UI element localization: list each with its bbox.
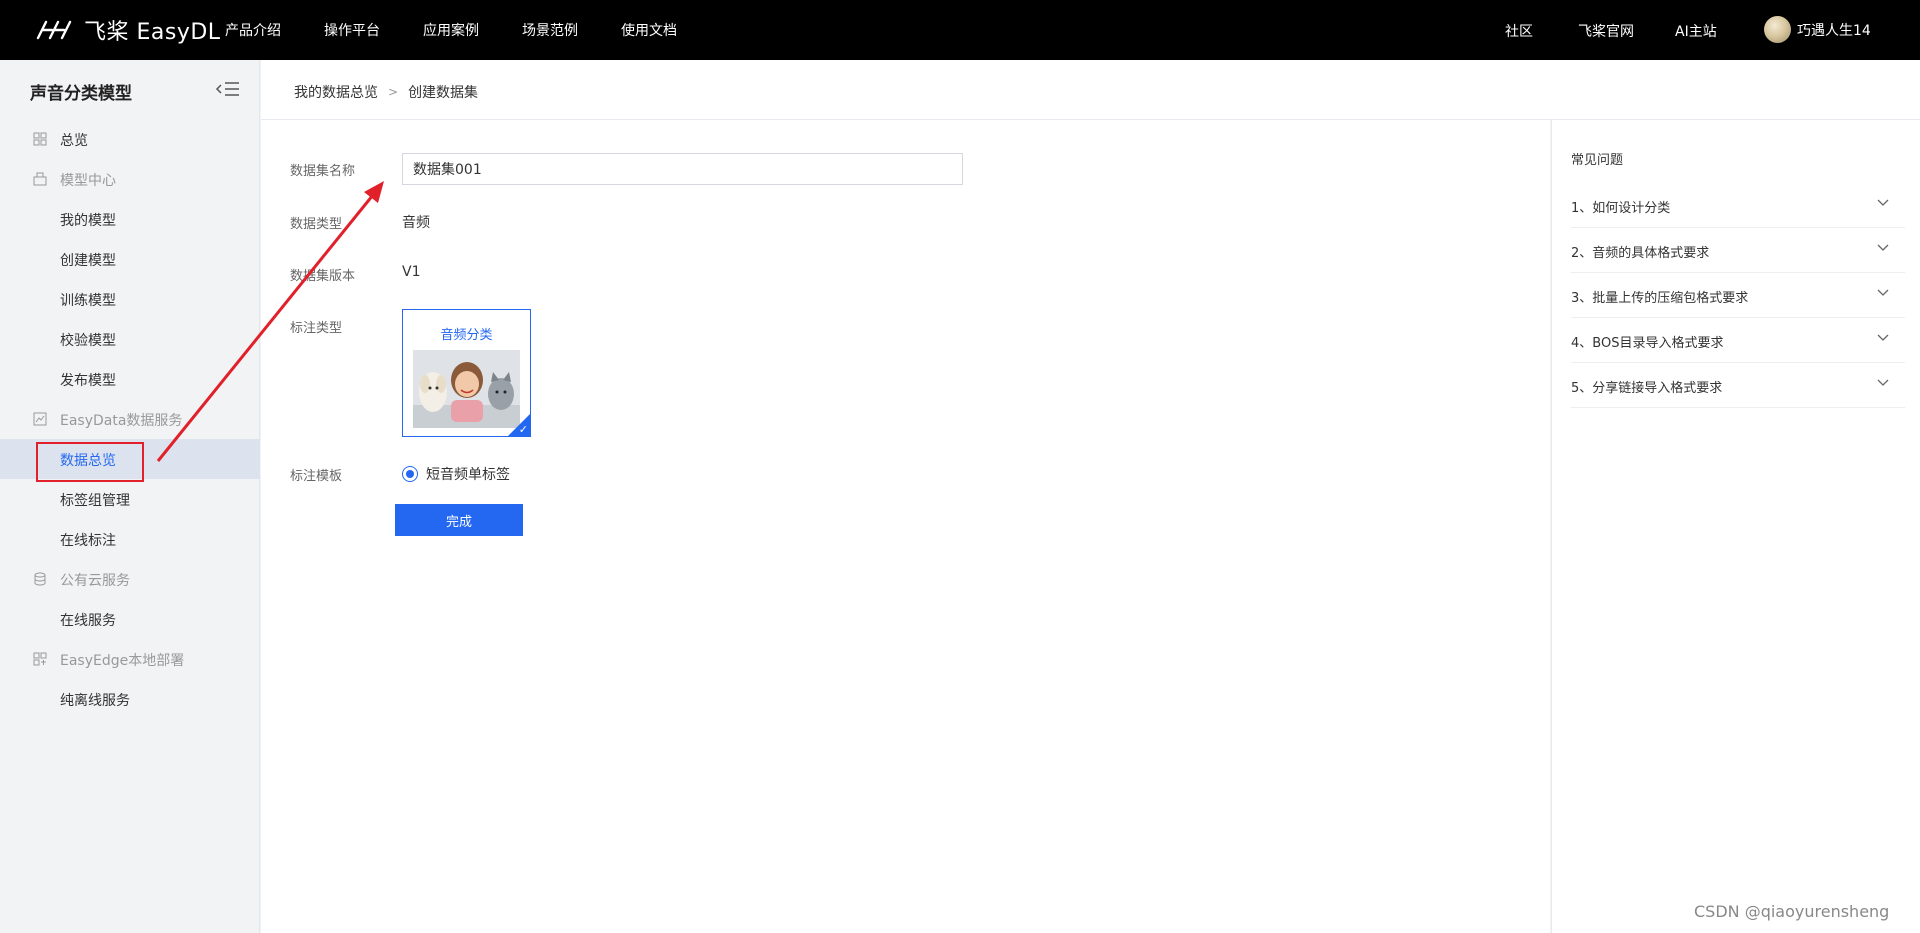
faq-item[interactable]: 1、如何设计分类: [1571, 183, 1905, 228]
nav-product-intro[interactable]: 产品介绍: [225, 20, 281, 40]
sidebar-item-label: 发布模型: [60, 373, 116, 389]
sidebar-section-easydata: EasyData数据服务: [0, 399, 260, 439]
faq-item[interactable]: 3、批量上传的压缩包格式要求: [1571, 273, 1905, 318]
breadcrumb: 我的数据总览 > 创建数据集: [294, 82, 478, 102]
create-dataset-form: 数据集名称 数据类型 音频 数据集版本 V1 标注类型 音频分类: [261, 120, 1550, 933]
user-menu[interactable]: 巧遇人生14: [1764, 16, 1871, 43]
edge-icon: [33, 652, 47, 666]
sidebar-item-label: 校验模型: [60, 333, 116, 349]
sidebar-item-label: 在线标注: [60, 533, 116, 549]
faq-panel: 常见问题 1、如何设计分类 2、音频的具体格式要求 3、批量上传的压缩包格式要求…: [1551, 120, 1920, 933]
annotation-highlight-box: [36, 442, 144, 482]
sidebar-section-label: EasyEdge本地部署: [60, 653, 185, 669]
sidebar-item-label-groups[interactable]: 标签组管理: [0, 479, 260, 519]
sidebar-section-easyedge: EasyEdge本地部署: [0, 639, 260, 679]
faq-question: 1、如何设计分类: [1571, 201, 1671, 216]
faq-question: 2、音频的具体格式要求: [1571, 246, 1710, 261]
sidebar-section-label: EasyData数据服务: [60, 413, 183, 429]
breadcrumb-link-data-overview[interactable]: 我的数据总览: [294, 82, 378, 102]
sidebar-item-my-models[interactable]: 我的模型: [0, 199, 260, 239]
chevron-down-icon: [1877, 244, 1889, 251]
sidebar-item-publish-model[interactable]: 发布模型: [0, 359, 260, 399]
sidebar-item-overview[interactable]: 总览: [0, 119, 260, 159]
faq-title: 常见问题: [1571, 153, 1624, 168]
sidebar-item-online-annotation[interactable]: 在线标注: [0, 519, 260, 559]
logo[interactable]: 飞桨 EasyDL: [34, 14, 221, 46]
template-radio-short-audio-single-label[interactable]: 短音频单标签: [402, 464, 510, 484]
pets-child-thumbnail: [413, 350, 520, 428]
faq-item[interactable]: 5、分享链接导入格式要求: [1571, 363, 1905, 408]
dataset-version-label: 数据集版本: [290, 269, 356, 284]
sidebar-section-label: 公有云服务: [60, 573, 130, 589]
data-type-label: 数据类型: [290, 217, 343, 232]
sidebar-item-label: 标签组管理: [60, 493, 130, 509]
user-name: 巧遇人生14: [1797, 22, 1871, 39]
sidebar-item-online-service[interactable]: 在线服务: [0, 599, 260, 639]
data-type-value: 音频: [402, 215, 430, 231]
paddle-logo-icon: [36, 20, 72, 40]
sidebar-section-label: 模型中心: [60, 173, 116, 189]
watermark: CSDN @qiaoyurensheng: [1694, 902, 1890, 921]
database-icon: [34, 572, 46, 586]
sidebar-item-offline-service[interactable]: 纯离线服务: [0, 679, 260, 719]
faq-question: 5、分享链接导入格式要求: [1571, 381, 1723, 396]
top-navbar: 飞桨 EasyDL 产品介绍 操作平台 应用案例 场景范例 使用文档 社区 飞桨…: [0, 0, 1920, 60]
annotation-type-card-title: 音频分类: [440, 328, 493, 343]
check-icon: ✓: [518, 423, 528, 436]
sidebar-title: 声音分类模型: [30, 84, 132, 104]
dataset-version-value: V1: [402, 264, 421, 280]
sidebar-section-model-center: 模型中心: [0, 159, 260, 199]
nav-community[interactable]: 社区: [1505, 21, 1533, 41]
nav-cases[interactable]: 应用案例: [423, 20, 479, 40]
sidebar-item-label: 总览: [60, 133, 88, 149]
nav-ai-site[interactable]: AI主站: [1675, 21, 1717, 41]
logo-text: 飞桨 EasyDL: [84, 20, 221, 45]
sidebar-item-validate-model[interactable]: 校验模型: [0, 319, 260, 359]
nav-scenarios[interactable]: 场景范例: [522, 20, 578, 40]
chevron-down-icon: [1877, 289, 1889, 296]
faq-item[interactable]: 4、BOS目录导入格式要求: [1571, 318, 1905, 363]
breadcrumb-bar: 我的数据总览 > 创建数据集: [261, 60, 1920, 120]
sidebar-item-label: 纯离线服务: [60, 693, 130, 709]
breadcrumb-separator: >: [388, 85, 399, 99]
chevron-down-icon: [1877, 334, 1889, 341]
annotation-template-label: 标注模板: [290, 469, 343, 484]
annotation-type-card-audio-classification[interactable]: 音频分类 ✓: [402, 309, 531, 437]
sidebar-item-label: 训练模型: [60, 293, 116, 309]
main-nav: 产品介绍 操作平台 应用案例 场景范例 使用文档: [225, 0, 720, 60]
faq-question: 3、批量上传的压缩包格式要求: [1571, 291, 1749, 306]
nav-docs[interactable]: 使用文档: [621, 20, 677, 40]
radio-selected-icon: [402, 466, 418, 482]
submit-button[interactable]: 完成: [395, 504, 523, 536]
collapse-sidebar-icon[interactable]: [215, 80, 241, 98]
sidebar-item-label: 创建模型: [60, 253, 116, 269]
breadcrumb-current: 创建数据集: [408, 85, 479, 101]
chevron-down-icon: [1877, 199, 1889, 206]
chart-icon: [33, 412, 47, 426]
chevron-down-icon: [1877, 379, 1889, 386]
dataset-name-label: 数据集名称: [290, 164, 356, 179]
dataset-name-input[interactable]: [402, 153, 963, 185]
sidebar-item-create-model[interactable]: 创建模型: [0, 239, 260, 279]
sidebar-item-label: 我的模型: [60, 213, 116, 229]
faq-question: 4、BOS目录导入格式要求: [1571, 336, 1724, 351]
nav-platform[interactable]: 操作平台: [324, 20, 380, 40]
sidebar-item-label: 在线服务: [60, 613, 116, 629]
nav-paddle-site[interactable]: 飞桨官网: [1578, 21, 1634, 41]
annotation-type-label: 标注类型: [290, 321, 343, 336]
template-option-label: 短音频单标签: [426, 467, 510, 483]
faq-item[interactable]: 2、音频的具体格式要求: [1571, 228, 1905, 273]
sidebar-section-public-cloud: 公有云服务: [0, 559, 260, 599]
thumbnail-illustration: [413, 350, 520, 428]
grid-icon: [33, 132, 47, 146]
sidebar: 声音分类模型 总览 模型中心 我的模型 创建模型 训练模型 校验模型 发布模型 …: [0, 60, 260, 933]
avatar: [1764, 16, 1791, 43]
model-icon: [33, 172, 47, 186]
sidebar-item-train-model[interactable]: 训练模型: [0, 279, 260, 319]
